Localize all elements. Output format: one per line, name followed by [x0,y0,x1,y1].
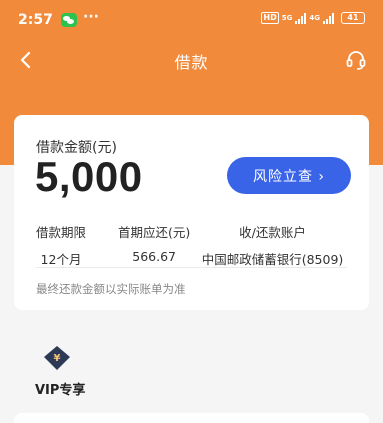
risk-check-button[interactable]: 风险立查 › [227,157,351,194]
status-time: 2:57 [18,12,53,28]
account-value[interactable]: 中国邮政储蓄银行(8509) [195,249,350,268]
svg-text:¥: ¥ [54,353,61,364]
vip-diamond-icon: ¥ [44,346,70,370]
loan-term-value: 12个月 [40,252,82,267]
vip-label: VIP专享 [35,383,86,398]
account-label: 收/还款账户 [239,225,306,240]
page-title: 借款 [174,53,209,72]
status-indicators: HD 5G 4G 41 [261,12,365,24]
loan-term-label: 借款期限 [36,225,87,240]
signal-4g-icon [323,12,334,24]
signal-5g-icon [295,12,307,24]
status-bar: 2:57 ··· HD 5G 4G 41 [0,0,383,40]
first-repayment-column: 首期应还(元) 566.67 [118,222,190,264]
loan-amount-value: 5,000 [35,153,143,200]
more-notifications-icon: ··· [83,9,99,25]
loan-summary-card: 借款金额(元) 5,000 风险立查 › 借款期限 12个月 首期应还(元) 5… [14,115,369,310]
nav-bar: 借款 [0,40,383,80]
account-column: 收/还款账户 中国邮政储蓄银行(8509) [195,222,350,268]
repayment-note: 最终还款金额以实际账单为准 [36,282,186,296]
battery-icon: 41 [341,12,365,24]
wechat-notification-icon [61,13,77,27]
bottom-card [14,413,369,423]
network-4g-label: 4G [309,13,320,22]
customer-service-icon[interactable] [345,49,367,71]
first-repayment-value: 566.67 [132,249,176,264]
loan-term-column: 借款期限 12个月 [36,222,86,268]
hd-badge: HD [261,12,279,24]
divider [36,267,347,268]
first-repayment-label: 首期应还(元) [118,225,191,240]
network-5g-label: 5G [281,13,293,22]
